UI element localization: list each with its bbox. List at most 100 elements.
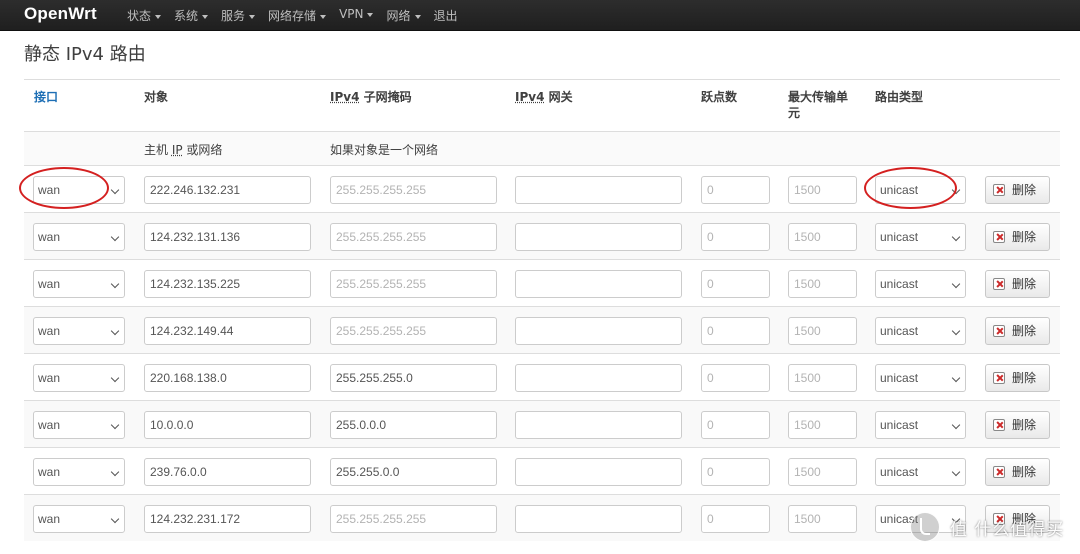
metric-input[interactable]: 0 [701,176,770,204]
metric-input[interactable]: 0 [701,223,770,251]
menu-status-label: 状态 [127,9,152,23]
header-route-type: 路由类型 [875,90,924,104]
table-row: wan 124.232.135.225 255.255.255.255 0 1500 un… [24,259,1060,306]
gateway-input[interactable] [515,364,682,392]
menu-logout-label: 退出 [433,9,458,23]
menu-status[interactable]: 状态 [127,7,162,24]
route-type-select[interactable]: unicast [875,270,966,298]
mtu-input[interactable]: 1500 [788,270,857,298]
route-type-select-value: unicast [880,183,919,197]
netmask-input[interactable]: 255.255.0.0 [330,458,497,486]
target-input[interactable]: 220.168.138.0 [144,364,311,392]
mtu-input[interactable]: 1500 [788,364,857,392]
interface-select[interactable]: wan [33,364,125,392]
description-row: 主机 IP 或网络 如果对象是一个网络 [24,131,1060,166]
interface-select[interactable]: wan [33,223,125,251]
interface-select[interactable]: wan [33,317,125,345]
mtu-input[interactable]: 1500 [788,223,857,251]
route-type-select[interactable]: unicast [875,411,966,439]
mtu-input[interactable]: 1500 [788,411,857,439]
delete-button[interactable]: 删除 [985,317,1050,345]
delete-button[interactable]: 删除 [985,458,1050,486]
route-type-select[interactable]: unicast [875,317,966,345]
delete-button[interactable]: 删除 [985,364,1050,392]
chevron-down-icon [110,326,120,336]
mtu-input[interactable]: 1500 [788,317,857,345]
caret-down-icon [367,12,374,17]
interface-select[interactable]: wan [33,270,125,298]
delete-button[interactable]: 删除 [985,270,1050,298]
interface-select[interactable]: wan [33,505,125,533]
target-input[interactable]: 239.76.0.0 [144,458,311,486]
target-input[interactable]: 124.232.149.44 [144,317,311,345]
netmask-input[interactable]: 255.255.255.255 [330,176,497,204]
mtu-input[interactable]: 1500 [788,458,857,486]
target-desc-abbr: IP [171,143,183,157]
table-row: wan 239.76.0.0 255.255.0.0 0 1500 unicast 删除 [24,447,1060,494]
gateway-input[interactable] [515,505,682,533]
metric-input[interactable]: 0 [701,458,770,486]
target-description: 主机 IP 或网络 [144,141,222,158]
delete-button[interactable]: 删除 [985,223,1050,251]
header-interface[interactable]: 接口 [34,89,58,105]
metric-input[interactable]: 0 [701,317,770,345]
menu-nas[interactable]: 网络存储 [268,7,327,24]
mtu-input[interactable]: 1500 [788,176,857,204]
mtu-input[interactable]: 1500 [788,505,857,533]
menu-nas-label: 网络存储 [268,9,317,23]
delete-x-icon [993,372,1005,384]
gateway-input[interactable] [515,223,682,251]
interface-select-value: wan [38,183,61,197]
gateway-input[interactable] [515,317,682,345]
delete-button-label: 删除 [1012,465,1037,479]
metric-input[interactable]: 0 [701,364,770,392]
menu-network[interactable]: 网络 [386,7,421,24]
target-input[interactable]: 222.246.132.231 [144,176,311,204]
gateway-input[interactable] [515,458,682,486]
netmask-input[interactable]: 255.255.255.0 [330,364,497,392]
delete-button-label: 删除 [1012,418,1037,432]
delete-button-label: 删除 [1012,230,1037,244]
netmask-input[interactable]: 255.255.255.255 [330,317,497,345]
gateway-input[interactable] [515,176,682,204]
delete-button-label: 删除 [1012,183,1037,197]
route-type-select[interactable]: unicast [875,458,966,486]
netmask-input[interactable]: 255.255.255.255 [330,223,497,251]
metric-input[interactable]: 0 [701,270,770,298]
route-type-select[interactable]: unicast [875,364,966,392]
interface-select-value: wan [38,230,61,244]
interface-select[interactable]: wan [33,411,125,439]
brand-logo[interactable]: OpenWrt [24,4,97,24]
target-input[interactable]: 124.232.135.225 [144,270,311,298]
route-type-select-value: unicast [880,465,919,479]
metric-input[interactable]: 0 [701,411,770,439]
chevron-down-icon [951,373,961,383]
route-type-select[interactable]: unicast [875,176,966,204]
route-type-select[interactable]: unicast [875,505,966,533]
netmask-input[interactable]: 255.0.0.0 [330,411,497,439]
top-navbar: OpenWrt 状态 系统 服务 网络存储 VPN 网络 退出 [0,0,1080,31]
gateway-input[interactable] [515,411,682,439]
menu-services[interactable]: 服务 [221,7,256,24]
route-type-select[interactable]: unicast [875,223,966,251]
menu-logout[interactable]: 退出 [434,7,458,24]
menu-system[interactable]: 系统 [174,7,209,24]
metric-input[interactable]: 0 [701,505,770,533]
route-type-select-value: unicast [880,371,919,385]
target-input[interactable]: 124.232.231.172 [144,505,311,533]
netmask-input[interactable]: 255.255.255.255 [330,270,497,298]
delete-button[interactable]: 删除 [985,176,1050,204]
header-target: 对象 [144,90,169,104]
route-type-select-value: unicast [880,324,919,338]
header-metric: 跃点数 [701,90,738,104]
interface-select[interactable]: wan [33,176,125,204]
interface-select[interactable]: wan [33,458,125,486]
target-input[interactable]: 10.0.0.0 [144,411,311,439]
delete-button[interactable]: 删除 [985,505,1050,533]
netmask-input[interactable]: 255.255.255.255 [330,505,497,533]
target-input[interactable]: 124.232.131.136 [144,223,311,251]
header-row: 接口 对象 IPv4 子网掩码 IPv4 网关 跃点数 最大传输单元 路由类型 [24,79,1060,131]
delete-button[interactable]: 删除 [985,411,1050,439]
menu-vpn[interactable]: VPN [339,7,374,24]
gateway-input[interactable] [515,270,682,298]
